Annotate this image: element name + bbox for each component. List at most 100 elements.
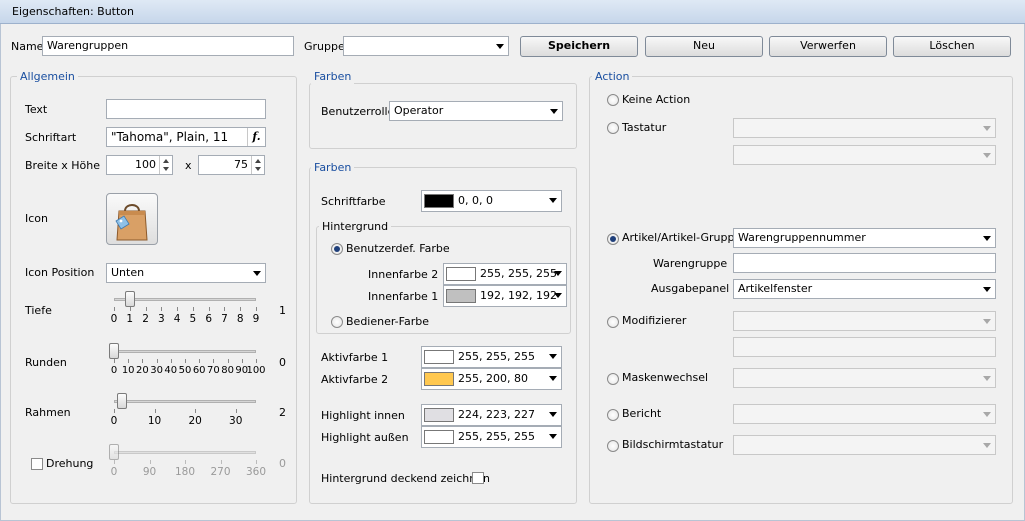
- deckend-label: Hintergrund deckend zeichnen: [321, 472, 490, 485]
- slider-tick: [114, 409, 115, 413]
- chevron-down-icon: [983, 443, 991, 448]
- benutzerdef-radio[interactable]: [331, 243, 343, 255]
- slider-tick: [128, 359, 130, 363]
- new-button[interactable]: Neu: [645, 36, 763, 57]
- slider-tick-label: 9: [252, 313, 260, 325]
- icon-position-select[interactable]: Unten: [106, 263, 266, 283]
- hl-aussen-value: 255, 255, 255: [458, 430, 535, 443]
- tastatur-radio[interactable]: [607, 122, 619, 134]
- gruppe-select[interactable]: [343, 36, 509, 56]
- slider-tick-label: 0: [110, 415, 118, 427]
- schriftfarbe-select[interactable]: 0, 0, 0: [421, 190, 562, 212]
- benutzerrolle-label: Benutzerrolle: [321, 105, 395, 118]
- size-label: Breite x Höhe: [25, 159, 100, 172]
- slider-tick: [199, 359, 201, 363]
- arrow-up-icon: [163, 159, 169, 163]
- hl-innen-select[interactable]: 224, 223, 227: [421, 404, 562, 426]
- color-swatch: [424, 194, 454, 208]
- slider-thumb[interactable]: [109, 444, 119, 460]
- bericht-select[interactable]: [733, 404, 996, 424]
- slider-label-runden: Runden: [25, 356, 67, 369]
- slider-track[interactable]: [114, 451, 256, 454]
- drehung-checkbox[interactable]: [31, 458, 43, 470]
- chevron-down-icon: [496, 44, 504, 49]
- height-spinner[interactable]: 75: [198, 155, 265, 175]
- artikel-value: Warengruppennummer: [738, 231, 866, 244]
- chevron-down-icon: [549, 198, 557, 203]
- slider-tick: [256, 460, 257, 464]
- slider-value: 1: [279, 304, 286, 317]
- color-swatch: [424, 430, 454, 444]
- hl-aussen-select[interactable]: 255, 255, 255: [421, 426, 562, 448]
- color-swatch: [424, 372, 454, 386]
- text-input[interactable]: [106, 99, 266, 119]
- name-input[interactable]: Warengruppen: [42, 36, 294, 56]
- artikel-radio[interactable]: [607, 233, 619, 245]
- ausgabepanel-select[interactable]: Artikelfenster: [733, 279, 996, 299]
- slider-tick: [129, 307, 131, 311]
- maskenwechsel-radio[interactable]: [607, 373, 619, 385]
- modifizierer-input[interactable]: [733, 337, 996, 357]
- bediener-label: Bediener-Farbe: [346, 315, 429, 328]
- height-stepper[interactable]: [251, 156, 264, 174]
- color-swatch: [424, 408, 454, 422]
- discard-button[interactable]: Verwerfen: [769, 36, 887, 57]
- innen1-select[interactable]: 192, 192, 192: [443, 285, 567, 307]
- slider-tick: [149, 460, 151, 464]
- schriftart-field[interactable]: "Tahoma", Plain, 11 f.: [106, 127, 266, 147]
- arrow-down-icon: [255, 167, 261, 171]
- text-label: Text: [25, 103, 48, 116]
- font-picker-button[interactable]: f.: [247, 128, 265, 146]
- aktiv1-value: 255, 255, 255: [458, 350, 535, 363]
- schriftfarbe-value: 0, 0, 0: [458, 194, 493, 207]
- slider-thumb[interactable]: [124, 291, 135, 307]
- slider-tick: [145, 307, 147, 311]
- icon-position-value: Unten: [111, 266, 145, 279]
- slider-thumb[interactable]: [109, 343, 119, 359]
- chevron-down-icon: [549, 412, 557, 417]
- width-spinner[interactable]: 100: [106, 155, 173, 175]
- slider-tick: [114, 307, 115, 311]
- slider-thumb[interactable]: [117, 393, 128, 409]
- slider-tick-label: 20: [188, 415, 202, 427]
- slider-value: 2: [279, 406, 286, 419]
- tastatur-select-1[interactable]: [733, 118, 996, 138]
- save-button[interactable]: Speichern: [520, 36, 638, 57]
- tastatur-select-2[interactable]: [733, 145, 996, 165]
- width-stepper[interactable]: [159, 156, 172, 174]
- modifizierer-select[interactable]: [733, 311, 996, 331]
- benutzerrolle-select[interactable]: Operator: [389, 101, 563, 121]
- slider-tick: [185, 460, 186, 464]
- chevron-down-icon: [983, 412, 991, 417]
- color-swatch: [424, 350, 454, 364]
- slider-tick-label: 360: [245, 466, 267, 478]
- artikel-select[interactable]: Warengruppennummer: [733, 228, 996, 248]
- delete-button[interactable]: Löschen: [893, 36, 1011, 57]
- bildschirm-radio[interactable]: [607, 440, 619, 452]
- width-value: 100: [135, 158, 156, 171]
- deckend-checkbox[interactable]: [472, 472, 484, 484]
- bediener-radio[interactable]: [331, 316, 343, 328]
- slider-label-tiefe: Tiefe: [25, 304, 52, 317]
- maskenwechsel-select[interactable]: [733, 368, 996, 388]
- chevron-down-icon: [549, 376, 557, 381]
- slider-tick-label: 100: [246, 365, 266, 376]
- gruppe-label: Gruppe: [304, 40, 345, 53]
- aktiv1-select[interactable]: 255, 255, 255: [421, 346, 562, 368]
- keine-action-radio[interactable]: [607, 94, 619, 106]
- slider-track[interactable]: [114, 400, 256, 403]
- bericht-radio[interactable]: [607, 409, 619, 421]
- slider-track[interactable]: [114, 350, 256, 353]
- modifizierer-radio[interactable]: [607, 316, 619, 328]
- innen2-select[interactable]: 255, 255, 255: [443, 263, 567, 285]
- warengruppe-input[interactable]: [733, 253, 996, 273]
- icon-picker-button[interactable]: [106, 193, 158, 245]
- hintergrund-title: Hintergrund: [319, 220, 392, 234]
- chevron-down-icon: [550, 109, 558, 114]
- slider-track[interactable]: [114, 298, 256, 301]
- slider-tick-label: 30: [229, 415, 243, 427]
- aktiv2-select[interactable]: 255, 200, 80: [421, 368, 562, 390]
- bildschirm-select[interactable]: [733, 435, 996, 455]
- slider-tick: [161, 307, 163, 311]
- bildschirm-label: Bildschirmtastatur: [622, 438, 724, 451]
